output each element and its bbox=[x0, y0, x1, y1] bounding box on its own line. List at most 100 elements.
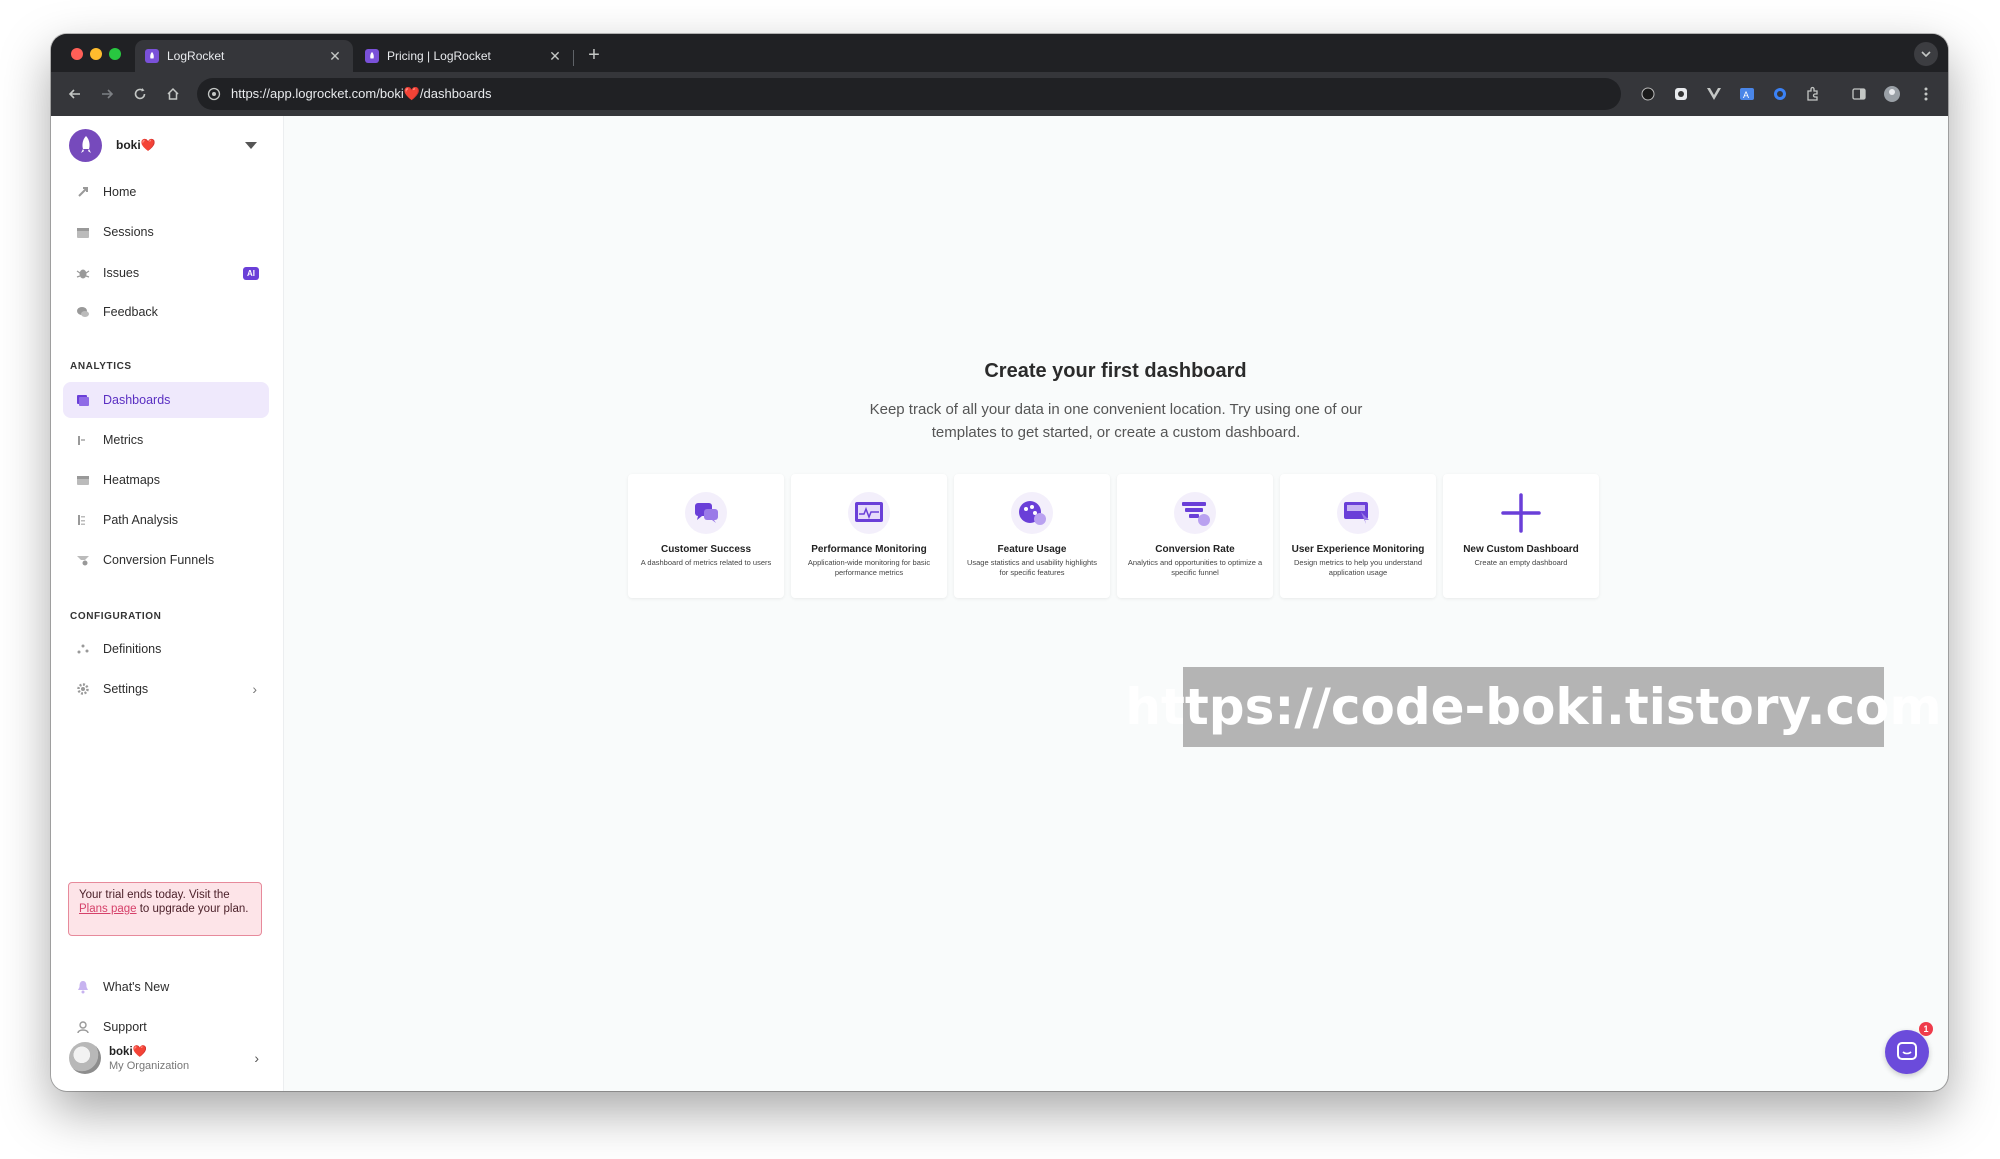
configuration-section-label: CONFIGURATION bbox=[70, 611, 162, 622]
browser-menu-icon[interactable] bbox=[1915, 83, 1937, 105]
card-description: Usage statistics and usability highlight… bbox=[966, 558, 1098, 577]
side-panel-icon[interactable] bbox=[1848, 83, 1870, 105]
tab-title: Pricing | LogRocket bbox=[387, 49, 491, 63]
site-info-icon[interactable] bbox=[207, 87, 221, 101]
reload-button[interactable] bbox=[128, 82, 152, 106]
reload-icon bbox=[134, 88, 146, 100]
sidebar-item-dashboards[interactable]: Dashboards bbox=[63, 382, 269, 418]
card-title: Conversion Rate bbox=[1155, 544, 1235, 555]
gear-icon bbox=[75, 681, 91, 697]
card-title: Customer Success bbox=[660, 544, 752, 555]
sidebar-item-feedback[interactable]: Feedback bbox=[63, 294, 269, 330]
extension-sync-icon[interactable] bbox=[1769, 83, 1791, 105]
card-title: User Experience Monitoring bbox=[1291, 544, 1425, 555]
ai-badge: AI bbox=[243, 266, 259, 280]
home-button[interactable] bbox=[161, 82, 185, 106]
card-description: A dashboard of metrics related to users bbox=[640, 558, 772, 567]
forward-button[interactable] bbox=[95, 82, 119, 106]
trial-banner: Your trial ends today. Visit the Plans p… bbox=[68, 882, 262, 936]
feature-usage-icon bbox=[1009, 490, 1055, 536]
sidebar-item-label: Feedback bbox=[103, 305, 158, 319]
org-switcher[interactable]: boki❤️ bbox=[69, 128, 265, 162]
app-content: boki❤️ Home Sessions Issues AI Feedback … bbox=[51, 116, 1948, 1091]
minimize-window-button[interactable] bbox=[90, 48, 102, 60]
sidebar-item-label: Metrics bbox=[103, 433, 144, 447]
svg-text:A: A bbox=[1743, 90, 1749, 100]
trial-text-end: to upgrade your plan. bbox=[136, 903, 249, 915]
calendar-icon bbox=[75, 224, 91, 240]
template-card-feature-usage[interactable]: Feature Usage Usage statistics and usabi… bbox=[954, 474, 1110, 598]
chat-icon bbox=[75, 304, 91, 320]
sidebar-item-label: Path Analysis bbox=[103, 513, 179, 527]
logrocket-favicon-icon bbox=[365, 49, 379, 63]
sidebar-item-sessions[interactable]: Sessions bbox=[63, 214, 269, 250]
sidebar: boki❤️ Home Sessions Issues AI Feedback … bbox=[51, 116, 284, 1091]
avatar bbox=[69, 1042, 101, 1074]
sidebar-item-label: Issues bbox=[103, 266, 140, 280]
tab-logrocket[interactable]: LogRocket ✕ bbox=[135, 40, 353, 72]
metrics-icon bbox=[75, 432, 91, 448]
chat-launcher-icon bbox=[1897, 1042, 1917, 1060]
back-button[interactable] bbox=[63, 82, 87, 106]
extensions-puzzle-icon[interactable] bbox=[1802, 83, 1824, 105]
sidebar-item-issues[interactable]: Issues AI bbox=[63, 255, 269, 291]
sidebar-item-label: Conversion Funnels bbox=[103, 553, 215, 567]
extension-puzzle-color-icon[interactable] bbox=[1670, 83, 1692, 105]
maximize-window-button[interactable] bbox=[109, 48, 121, 60]
template-card-customer-success[interactable]: Customer Success A dashboard of metrics … bbox=[628, 474, 784, 598]
sidebar-item-settings[interactable]: Settings › bbox=[63, 671, 269, 707]
sidebar-item-heatmaps[interactable]: Heatmaps bbox=[63, 462, 269, 498]
sidebar-item-label: Dashboards bbox=[103, 393, 171, 407]
extension-translate-icon[interactable]: A bbox=[1736, 83, 1758, 105]
card-title: New Custom Dashboard bbox=[1463, 544, 1579, 555]
new-tab-button[interactable]: + bbox=[582, 43, 606, 67]
card-title: Performance Monitoring bbox=[811, 544, 927, 555]
rocket-icon bbox=[75, 184, 91, 200]
sidebar-item-path-analysis[interactable]: Path Analysis bbox=[63, 502, 269, 538]
template-card-conversion-rate[interactable]: Conversion Rate Analytics and opportunit… bbox=[1117, 474, 1273, 598]
customer-success-icon bbox=[683, 490, 729, 536]
watermark-url: https://code-boki.tistory.com bbox=[1125, 667, 1942, 747]
template-card-user-experience-monitoring[interactable]: User Experience Monitoring Design metric… bbox=[1280, 474, 1436, 598]
extension-bear-icon[interactable] bbox=[1637, 83, 1659, 105]
sidebar-item-metrics[interactable]: Metrics bbox=[63, 422, 269, 458]
sidebar-item-whats-new[interactable]: What's New bbox=[63, 969, 269, 1005]
plans-page-link[interactable]: Plans page bbox=[79, 903, 137, 915]
bug-icon bbox=[75, 265, 91, 281]
address-bar[interactable]: https://app.logrocket.com/boki❤️/dashboa… bbox=[197, 78, 1621, 110]
logrocket-favicon-icon bbox=[145, 49, 159, 63]
intercom-chat-button[interactable] bbox=[1885, 1030, 1929, 1074]
card-description: Application-wide monitoring for basic pe… bbox=[807, 558, 931, 577]
extension-vue-icon[interactable] bbox=[1703, 83, 1725, 105]
sidebar-item-label: Home bbox=[103, 185, 137, 199]
ux-icon bbox=[1335, 490, 1381, 536]
back-arrow-icon bbox=[68, 89, 80, 99]
close-window-button[interactable] bbox=[71, 48, 83, 60]
org-name: boki❤️ bbox=[116, 138, 156, 152]
card-description: Analytics and opportunities to optimize … bbox=[1127, 558, 1263, 577]
chevron-right-icon: › bbox=[252, 681, 257, 697]
tab-title: LogRocket bbox=[167, 49, 225, 63]
tab-search-button[interactable] bbox=[1914, 42, 1938, 66]
tab-close-icon[interactable]: ✕ bbox=[547, 48, 563, 64]
user-menu[interactable]: boki❤️ My Organization › bbox=[69, 1040, 265, 1076]
profile-avatar-icon[interactable] bbox=[1881, 83, 1903, 105]
sidebar-item-label: Settings bbox=[103, 682, 149, 696]
tab-strip: LogRocket ✕ Pricing | LogRocket ✕ + bbox=[51, 34, 1948, 72]
trial-text: Your trial ends today. Visit the bbox=[79, 889, 230, 901]
sidebar-item-definitions[interactable]: Definitions bbox=[63, 631, 269, 667]
sidebar-item-conversion-funnels[interactable]: Conversion Funnels bbox=[63, 542, 269, 578]
template-card-new-custom-dashboard[interactable]: New Custom Dashboard Create an empty das… bbox=[1443, 474, 1599, 598]
card-description: Create an empty dashboard bbox=[1474, 558, 1568, 567]
user-org: My Organization bbox=[109, 1060, 190, 1072]
definitions-icon bbox=[75, 641, 91, 657]
bell-icon bbox=[75, 979, 91, 995]
sidebar-item-home[interactable]: Home bbox=[63, 174, 269, 210]
tab-pricing[interactable]: Pricing | LogRocket ✕ bbox=[355, 40, 573, 72]
template-card-performance-monitoring[interactable]: Performance Monitoring Application-wide … bbox=[791, 474, 947, 598]
dashboard-icon bbox=[75, 392, 91, 408]
card-description: Design metrics to help you understand ap… bbox=[1294, 558, 1422, 577]
tab-close-icon[interactable]: ✕ bbox=[327, 48, 343, 64]
conversion-icon bbox=[1172, 490, 1218, 536]
heatmap-icon bbox=[75, 472, 91, 488]
